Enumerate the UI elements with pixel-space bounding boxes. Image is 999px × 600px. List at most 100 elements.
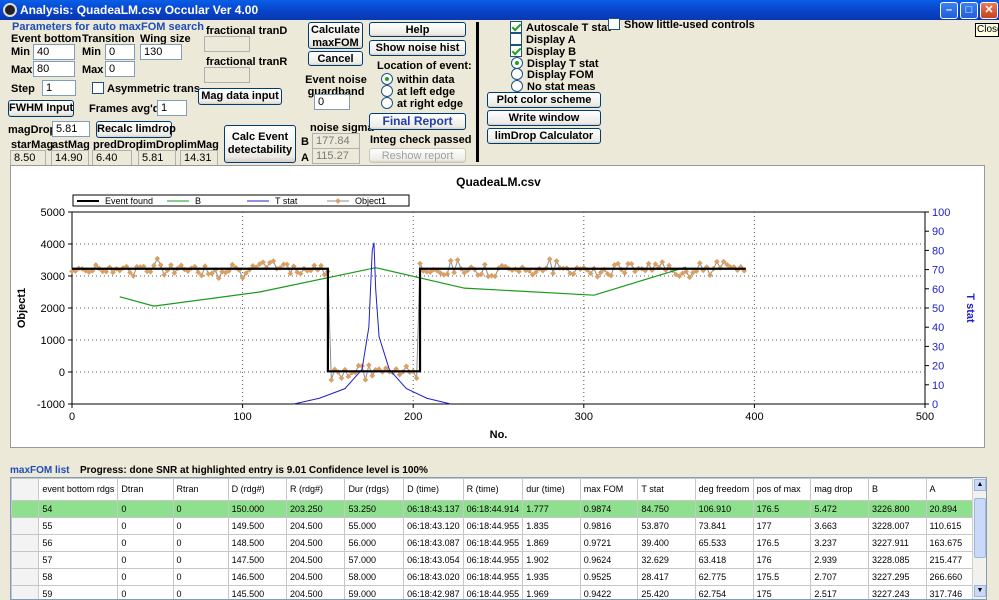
column-header[interactable]: Rtran bbox=[172, 478, 229, 501]
table-cell: 2.517 bbox=[810, 585, 869, 599]
column-header[interactable]: event bottom rdgs bbox=[38, 478, 119, 501]
wing-size-input[interactable]: 130 bbox=[140, 44, 182, 60]
asymmetric-trans-checkbox[interactable] bbox=[92, 82, 104, 94]
row-header[interactable] bbox=[11, 568, 40, 586]
scroll-down-icon[interactable]: ▼ bbox=[974, 585, 986, 597]
scroll-thumb[interactable] bbox=[974, 498, 986, 558]
column-header[interactable]: deg freedom bbox=[694, 478, 754, 501]
table-cell: 0 bbox=[117, 551, 174, 569]
table-row[interactable]: 54 0 0 150.000 203.250 53.250 06:18:43.137 06:1… bbox=[11, 500, 986, 518]
plot-color-scheme-button[interactable]: Plot color scheme bbox=[487, 92, 601, 108]
y2-axis-label: T stat bbox=[964, 293, 976, 323]
location-within-data-radio[interactable] bbox=[381, 73, 393, 85]
transition-max-input[interactable]: 0 bbox=[105, 61, 135, 77]
display-fom-radio[interactable] bbox=[511, 68, 523, 80]
eb-max-label: Max bbox=[11, 64, 33, 76]
table-cell: 106.910 bbox=[694, 500, 754, 518]
calc-event-detectability-button[interactable]: Calc Event detectability bbox=[224, 125, 296, 163]
table-row[interactable]: 57 0 0 147.500 204.500 57.000 06:18:43.054 06:1… bbox=[11, 551, 986, 569]
table-row[interactable]: 55 0 0 149.500 204.500 55.000 06:18:43.120 06:1… bbox=[11, 517, 986, 535]
show-noise-hist-button[interactable]: Show noise hist bbox=[369, 40, 466, 56]
final-report-button[interactable]: Final Report bbox=[369, 113, 466, 130]
write-window-button[interactable]: Write window bbox=[487, 110, 601, 126]
fractional-tranr-input bbox=[204, 67, 250, 83]
table-cell: 65.533 bbox=[694, 534, 754, 552]
row-header[interactable] bbox=[11, 551, 40, 569]
scroll-up-icon[interactable]: ▲ bbox=[974, 479, 986, 491]
y2-tick-label: 30 bbox=[932, 341, 944, 353]
table-cell: 3226.800 bbox=[867, 500, 927, 518]
column-header[interactable]: Dtran bbox=[117, 478, 174, 501]
location-right-edge-label: at right edge bbox=[397, 98, 464, 110]
maxfom-table[interactable]: event bottom rdgs Dtran Rtran D (rdg#) R (rd… bbox=[10, 477, 987, 600]
magdrop-input[interactable]: 5.81 bbox=[52, 121, 90, 137]
location-left-edge-radio[interactable] bbox=[381, 85, 393, 97]
column-header[interactable]: T stat bbox=[637, 478, 696, 501]
table-row[interactable]: 59 0 0 145.500 204.500 59.000 06:18:42.987 06:1… bbox=[11, 585, 986, 599]
window-title: Analysis: QuadeaLM.csv Occular Ver 4.00 bbox=[20, 3, 259, 17]
table-vertical-scrollbar[interactable]: ▲ ▼ bbox=[972, 478, 986, 599]
close-icon[interactable]: ✕ bbox=[980, 2, 998, 19]
legend-label: B bbox=[195, 196, 201, 206]
no-stat-meas-radio[interactable] bbox=[511, 80, 523, 92]
table-cell: 56 bbox=[38, 534, 119, 552]
table-cell: 84.750 bbox=[637, 500, 696, 518]
location-right-edge-radio[interactable] bbox=[381, 97, 393, 109]
y2-tick-label: 50 bbox=[932, 303, 944, 315]
column-header[interactable]: R (time) bbox=[462, 478, 524, 501]
table-cell: 0.9624 bbox=[579, 551, 639, 569]
column-header[interactable]: max FOM bbox=[579, 478, 639, 501]
table-cell: 58.000 bbox=[344, 568, 405, 586]
recalc-limdrop-button[interactable]: Recalc limdrop bbox=[96, 121, 176, 138]
minimize-icon[interactable]: – bbox=[940, 2, 958, 19]
table-cell: 204.500 bbox=[286, 568, 346, 586]
table-row[interactable]: 56 0 0 148.500 204.500 56.000 06:18:43.087 06:1… bbox=[11, 534, 986, 552]
event-bottom-min-input[interactable]: 40 bbox=[33, 44, 75, 60]
chart-title: QuadeaLM.csv bbox=[456, 175, 541, 189]
help-button[interactable]: Help bbox=[369, 22, 466, 37]
column-header[interactable]: B bbox=[867, 478, 927, 501]
column-header[interactable]: mag drop bbox=[810, 478, 869, 501]
column-header[interactable]: D (rdg#) bbox=[227, 478, 288, 501]
table-cell: 57 bbox=[38, 551, 119, 569]
display-a-checkbox[interactable] bbox=[510, 33, 522, 45]
table-cell: 06:18:44.914 bbox=[462, 500, 524, 518]
column-header[interactable]: D (time) bbox=[403, 478, 464, 501]
row-header[interactable] bbox=[11, 534, 40, 552]
step-input[interactable]: 1 bbox=[42, 80, 76, 96]
show-little-used-label: Show little-used controls bbox=[624, 19, 755, 31]
event-bottom-max-input[interactable]: 80 bbox=[33, 61, 75, 77]
maximize-icon[interactable]: □ bbox=[960, 2, 978, 19]
table-cell: 3.237 bbox=[810, 534, 869, 552]
frames-avgd-input[interactable]: 1 bbox=[157, 100, 187, 116]
column-header[interactable]: R (rdg#) bbox=[286, 478, 346, 501]
table-cell: 175 bbox=[752, 585, 812, 599]
integ-check-label: Integ check passed bbox=[370, 134, 472, 146]
progress-status: Progress: done SNR at highlighted entry … bbox=[80, 465, 428, 476]
calculate-maxfom-button[interactable]: Calculate maxFOM bbox=[308, 22, 363, 49]
display-b-checkbox[interactable] bbox=[510, 45, 522, 57]
table-cell: 2.939 bbox=[810, 551, 869, 569]
event-noise-guardband-input[interactable]: 0 bbox=[314, 94, 350, 110]
reshow-report-button[interactable]: Reshow report bbox=[369, 148, 466, 163]
table-cell: 146.500 bbox=[227, 568, 288, 586]
table-cell: 149.500 bbox=[227, 517, 288, 535]
limdrop-calculator-button[interactable]: limDrop Calculator bbox=[487, 128, 601, 144]
mag-data-input-button[interactable]: Mag data input bbox=[198, 88, 282, 105]
table-cell: 3227.295 bbox=[867, 568, 927, 586]
transition-min-input[interactable]: 0 bbox=[105, 44, 135, 60]
params-group-title: Parameters for auto maxFOM search bbox=[12, 21, 204, 33]
column-header[interactable]: pos of max bbox=[752, 478, 812, 501]
fwhm-input-button[interactable]: FWHM Input bbox=[8, 100, 74, 117]
row-header[interactable] bbox=[11, 500, 40, 518]
column-header[interactable]: dur (time) bbox=[522, 478, 581, 501]
row-header[interactable] bbox=[11, 585, 40, 599]
autoscale-tstat-checkbox[interactable] bbox=[510, 21, 522, 33]
row-header[interactable] bbox=[11, 517, 40, 535]
show-little-used-checkbox[interactable] bbox=[608, 18, 620, 30]
chart-panel: -1000 0 1000 2000 3000 4000 5000 0 100 200 300 400 5… bbox=[10, 165, 985, 448]
column-header[interactable]: Dur (rdgs) bbox=[344, 478, 405, 501]
table-row[interactable]: 58 0 0 146.500 204.500 58.000 06:18:43.020 06:1… bbox=[11, 568, 986, 586]
separator bbox=[476, 22, 479, 162]
cancel-button[interactable]: Cancel bbox=[308, 51, 363, 66]
